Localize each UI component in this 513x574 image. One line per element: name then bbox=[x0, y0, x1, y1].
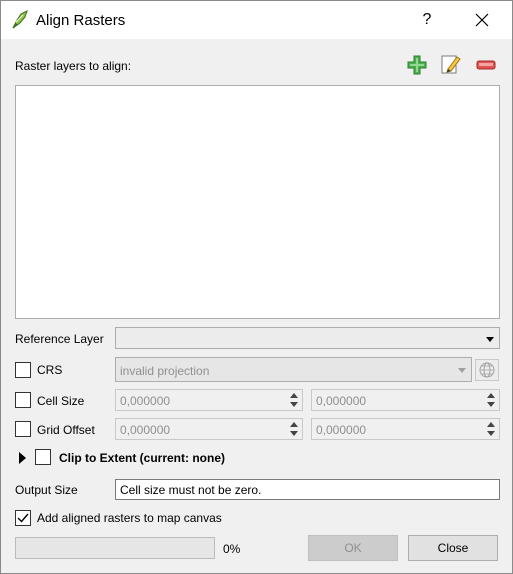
crs-select-button[interactable] bbox=[475, 359, 499, 381]
crs-select[interactable]: invalid projection bbox=[115, 357, 472, 382]
help-button[interactable]: ? bbox=[413, 9, 441, 31]
spin-arrows-icon[interactable] bbox=[288, 420, 300, 438]
remove-layer-button[interactable] bbox=[475, 54, 497, 76]
cell-size-x-value: 0,000000 bbox=[120, 394, 171, 408]
grid-offset-x-input[interactable]: 0,000000 bbox=[115, 418, 303, 440]
spin-arrows-icon[interactable] bbox=[485, 420, 497, 438]
cell-size-y-value: 0,000000 bbox=[316, 394, 367, 408]
spin-arrows-icon[interactable] bbox=[485, 391, 497, 409]
raster-layers-list[interactable] bbox=[15, 85, 500, 319]
window-title: Align Rasters bbox=[36, 12, 126, 29]
chevron-down-icon bbox=[486, 337, 494, 342]
cell-size-label: Cell Size bbox=[37, 394, 85, 408]
output-size-field: Cell size must not be zero. bbox=[115, 479, 500, 500]
globe-icon bbox=[479, 362, 495, 378]
crs-label: CRS bbox=[37, 363, 63, 377]
chevron-down-icon bbox=[458, 368, 466, 373]
align-rasters-dialog: Align Rasters ? Raster layers to align: … bbox=[0, 0, 513, 574]
pencil-icon bbox=[441, 55, 461, 74]
plus-icon bbox=[407, 55, 427, 75]
title-bar: Align Rasters ? bbox=[1, 1, 512, 39]
cell-size-y-input[interactable]: 0,000000 bbox=[311, 389, 500, 411]
add-to-canvas-label: Add aligned rasters to map canvas bbox=[37, 511, 222, 525]
progress-bar bbox=[15, 537, 215, 559]
grid-offset-y-value: 0,000000 bbox=[316, 423, 367, 437]
crs-checkbox[interactable] bbox=[15, 362, 31, 378]
checkmark-icon bbox=[17, 513, 29, 523]
spin-arrows-icon[interactable] bbox=[288, 391, 300, 409]
grid-offset-checkbox[interactable] bbox=[15, 421, 31, 437]
cell-size-x-input[interactable]: 0,000000 bbox=[115, 389, 303, 411]
cell-size-checkbox[interactable] bbox=[15, 392, 31, 408]
clip-extent-label: Clip to Extent (current: none) bbox=[59, 451, 225, 465]
minus-icon bbox=[476, 60, 496, 70]
output-size-label: Output Size bbox=[15, 483, 78, 497]
layers-label: Raster layers to align: bbox=[15, 59, 132, 73]
grid-offset-x-value: 0,000000 bbox=[120, 423, 171, 437]
clip-extent-checkbox[interactable] bbox=[35, 449, 51, 465]
close-window-button[interactable] bbox=[467, 7, 497, 33]
edit-layer-button[interactable] bbox=[440, 53, 462, 75]
reference-layer-label: Reference Layer bbox=[15, 332, 104, 346]
close-button[interactable]: Close bbox=[408, 535, 498, 561]
add-to-canvas-checkbox[interactable] bbox=[15, 510, 31, 526]
grid-offset-y-input[interactable]: 0,000000 bbox=[311, 418, 500, 440]
add-layer-button[interactable] bbox=[406, 54, 428, 76]
crs-value: invalid projection bbox=[120, 364, 210, 378]
qgis-align-icon bbox=[11, 10, 29, 30]
reference-layer-select[interactable] bbox=[115, 327, 500, 349]
expand-arrow-icon[interactable] bbox=[19, 452, 26, 464]
progress-percent: 0% bbox=[223, 542, 241, 556]
close-icon bbox=[475, 13, 489, 27]
output-size-value: Cell size must not be zero. bbox=[120, 483, 262, 497]
ok-button[interactable]: OK bbox=[308, 535, 398, 561]
grid-offset-label: Grid Offset bbox=[37, 423, 95, 437]
